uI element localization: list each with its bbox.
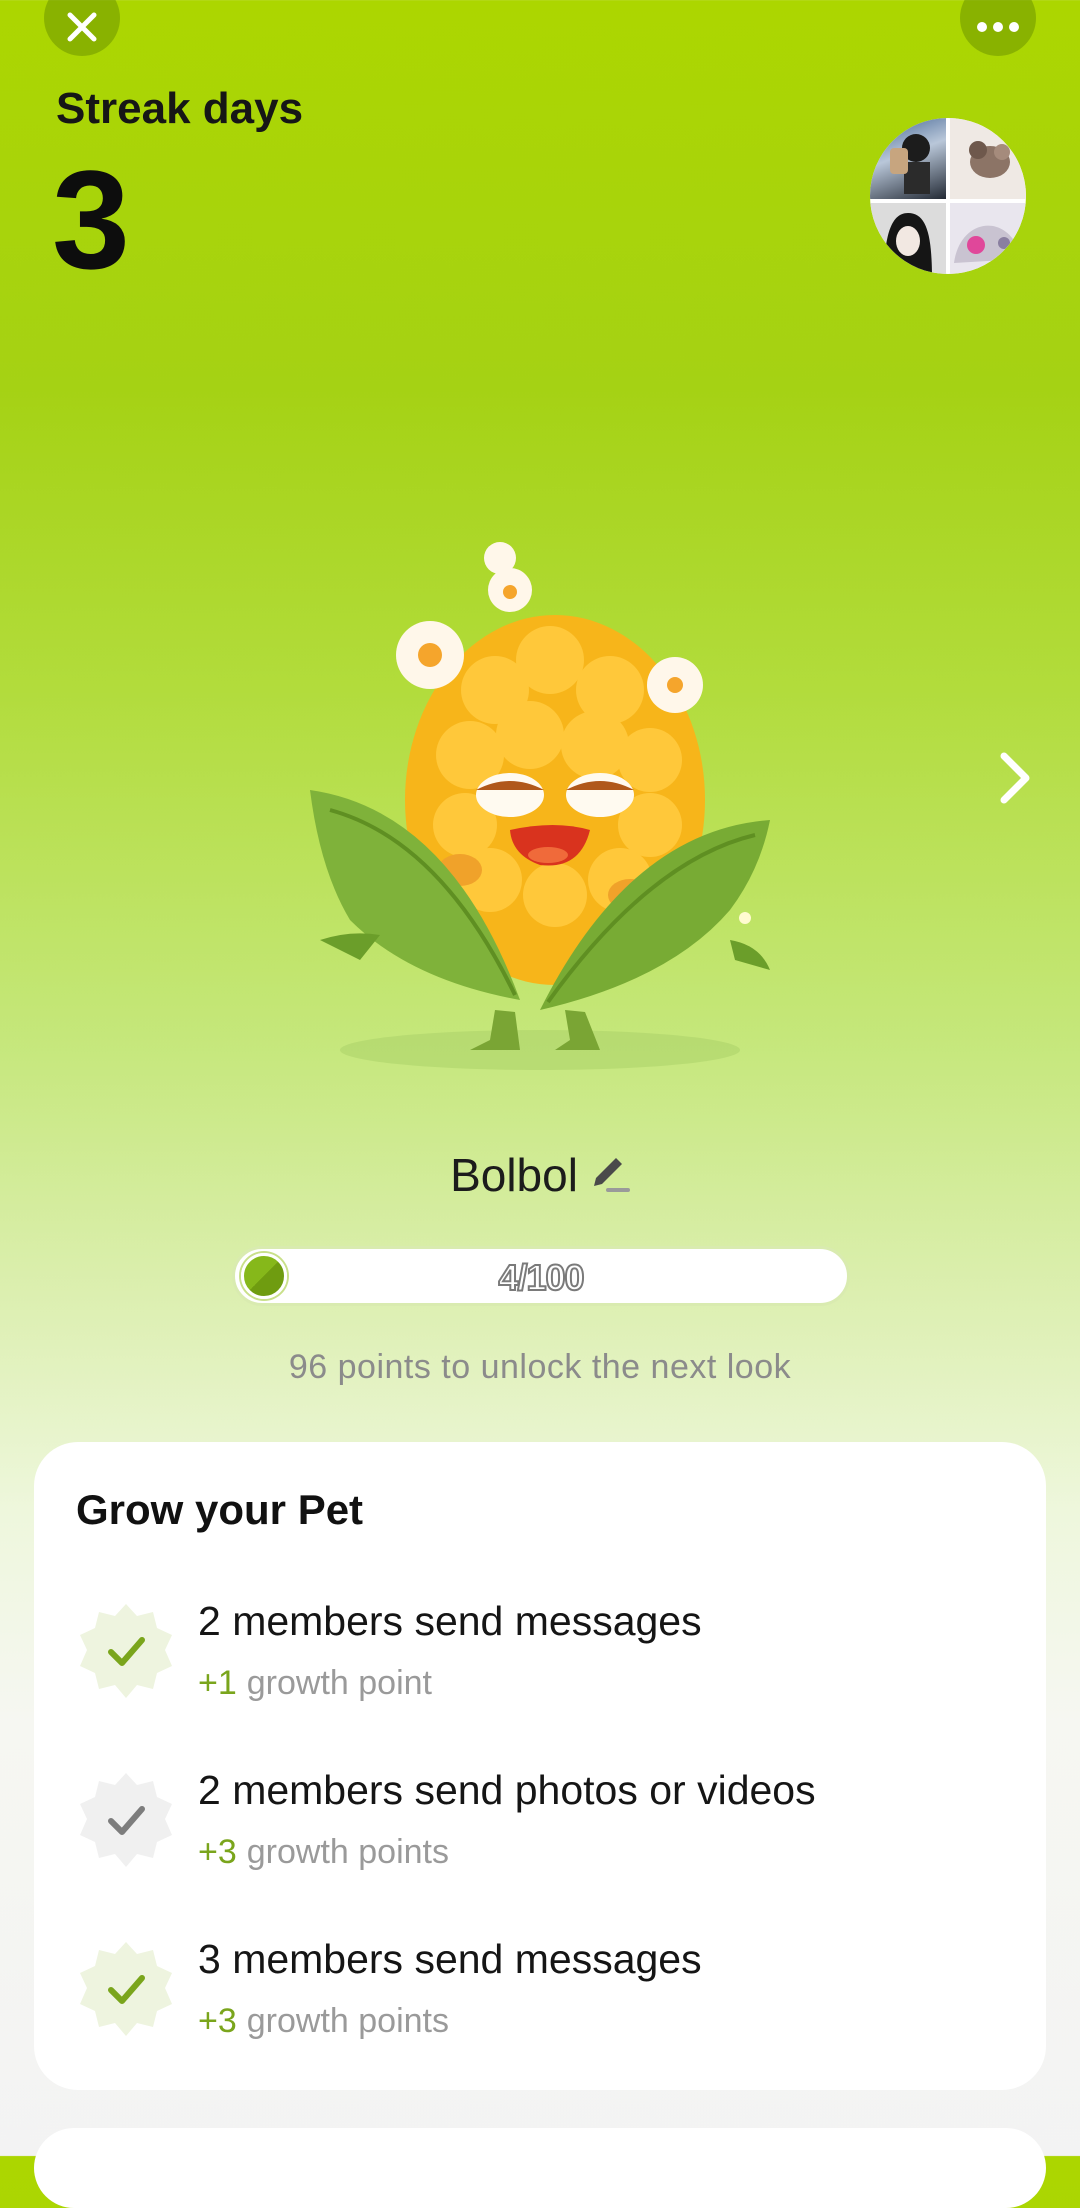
unlock-hint: 96 points to unlock the next look xyxy=(288,1348,792,1386)
check-badge-icon xyxy=(80,1604,172,1698)
task-title: 3 members send messages xyxy=(198,1936,702,1982)
streak-count: 3 xyxy=(52,141,130,298)
list-item: 3 members send messages +3 growth points xyxy=(34,1926,1046,2066)
list-item: 2 members send photos or videos +3 growth… xyxy=(34,1757,1046,1897)
pencil-icon xyxy=(593,1157,630,1192)
points-value: +1 xyxy=(198,1664,237,1702)
check-badge-icon xyxy=(80,1942,172,2036)
progress-text: 4/100 xyxy=(497,1256,585,1299)
edit-name-button[interactable] xyxy=(588,1152,630,1199)
avatar xyxy=(870,118,946,199)
task-title: 2 members send photos or videos xyxy=(198,1767,816,1813)
check-badge-icon xyxy=(80,1773,172,1867)
grow-pet-card: Grow your Pet 2 members send messages +1… xyxy=(34,1442,1046,2090)
pet-corn-illustration[interactable] xyxy=(290,540,810,1080)
task-title: 2 members send messages xyxy=(198,1598,702,1644)
streak-label: Streak days xyxy=(56,84,304,133)
task-points: +3 growth points xyxy=(198,1833,449,1872)
avatar xyxy=(950,203,1026,274)
more-options-button[interactable] xyxy=(960,0,1036,56)
growth-progress-bar: 4/100 xyxy=(232,1246,850,1306)
task-points: +3 growth points xyxy=(198,2002,449,2041)
avatar xyxy=(950,118,1026,199)
pet-name: Bolbol xyxy=(450,1149,578,1201)
points-unit: growth points xyxy=(246,1833,449,1871)
points-unit: growth point xyxy=(246,1664,432,1702)
grow-pet-title: Grow your Pet xyxy=(76,1486,364,1533)
member-avatars[interactable] xyxy=(870,118,1026,274)
points-value: +3 xyxy=(198,1833,237,1871)
next-pet-button[interactable] xyxy=(990,748,1040,808)
more-dots-icon xyxy=(977,22,1019,32)
pet-name-row: Bolbol xyxy=(0,1148,1080,1202)
points-unit: growth points xyxy=(246,2002,449,2040)
close-button[interactable] xyxy=(44,0,120,56)
chevron-right-icon xyxy=(1000,752,1030,804)
avatar xyxy=(870,203,946,274)
list-item: 2 members send messages +1 growth point xyxy=(34,1588,1046,1728)
points-value: +3 xyxy=(198,2002,237,2040)
task-points: +1 growth point xyxy=(198,1664,432,1703)
next-section-card xyxy=(34,2128,1046,2208)
close-icon xyxy=(67,12,97,42)
